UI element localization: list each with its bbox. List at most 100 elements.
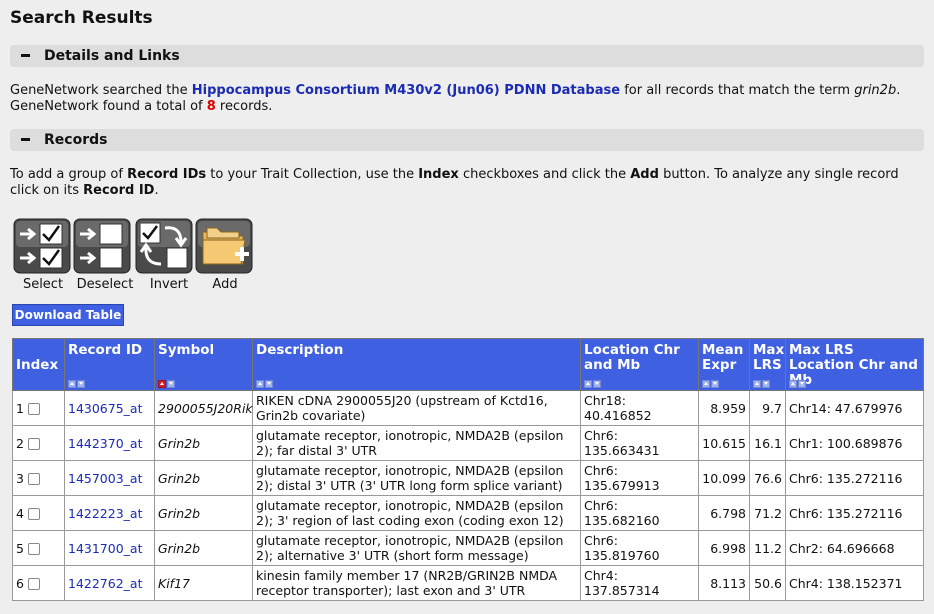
- max-lrs-location-cell: Chr6: 135.272116: [785, 460, 924, 496]
- download-table-button[interactable]: Download Table: [12, 304, 124, 326]
- row-index: 6: [16, 575, 24, 591]
- sort-descending-icon[interactable]: [711, 380, 719, 388]
- mean-expr-cell: 8.959: [698, 390, 750, 426]
- row-checkbox[interactable]: [27, 473, 40, 485]
- details-section-header[interactable]: Details and Links: [10, 45, 924, 67]
- sort-descending-icon[interactable]: [593, 380, 601, 388]
- records-instructions: To add a group of Record IDs to your Tra…: [10, 167, 922, 199]
- record-count: 8: [206, 99, 216, 114]
- index-cell: 3: [12, 460, 65, 496]
- add-button[interactable]: [195, 218, 253, 274]
- sort-ascending-icon[interactable]: [256, 380, 264, 388]
- instruction-text: checkboxes and click the: [458, 167, 631, 182]
- sort-descending-icon[interactable]: [265, 380, 273, 388]
- header-label: Record ID: [68, 342, 143, 358]
- table-row: 5 1431700_at Grin2b glutamate receptor, …: [12, 530, 924, 566]
- header-max-lrs[interactable]: Max LRS: [749, 338, 786, 391]
- summary-text: .: [896, 83, 901, 98]
- record-id-cell: 1422762_at: [64, 565, 155, 601]
- collapse-icon[interactable]: [21, 53, 30, 57]
- records-section-header[interactable]: Records: [10, 129, 924, 151]
- sort-controls: [584, 380, 601, 388]
- header-label: Max LRS: [753, 342, 785, 373]
- header-description[interactable]: Description: [252, 338, 581, 391]
- mean-expr-cell: 10.615: [698, 425, 750, 461]
- header-max-lrs-location[interactable]: Max LRS Location Chr and Mb: [785, 338, 924, 391]
- index-cell: 6: [12, 565, 65, 601]
- row-checkbox[interactable]: [27, 403, 40, 415]
- sort-controls: [702, 380, 719, 388]
- max-lrs-location-cell: Chr14: 47.679976: [785, 390, 924, 426]
- description-cell: glutamate receptor, ionotropic, NMDA2B (…: [252, 495, 581, 531]
- mean-expr-cell: 8.113: [698, 565, 750, 601]
- row-index: 4: [16, 505, 24, 521]
- index-cell: 1: [12, 390, 65, 426]
- index-cell: 2: [12, 425, 65, 461]
- table-row: 6 1422762_at Kif17 kinesin family member…: [12, 565, 924, 601]
- collapse-icon[interactable]: [21, 137, 30, 141]
- table-row: 1 1430675_at 2900055J20Rik RIKEN cDNA 29…: [12, 390, 924, 426]
- row-checkbox[interactable]: [27, 508, 40, 520]
- row-index: 3: [16, 470, 24, 486]
- header-record-id[interactable]: Record ID: [64, 338, 155, 391]
- symbol-cell: Grin2b: [154, 495, 253, 531]
- record-id-link[interactable]: 1422223_at: [68, 506, 142, 521]
- invert-button[interactable]: [135, 218, 193, 274]
- sort-ascending-icon[interactable]: [753, 380, 761, 388]
- instruction-bold: Add: [630, 167, 659, 182]
- max-lrs-location-cell: Chr1: 100.689876: [785, 425, 924, 461]
- header-location[interactable]: Location Chr and Mb: [580, 338, 699, 391]
- symbol-cell: Grin2b: [154, 530, 253, 566]
- record-id-link[interactable]: 1431700_at: [68, 541, 142, 556]
- header-symbol[interactable]: Symbol: [154, 338, 253, 391]
- symbol-cell: 2900055J20Rik: [154, 390, 253, 426]
- table-header-row: Index Record ID Symbol Description Locat…: [12, 338, 924, 391]
- location-cell: Chr6: 135.679913: [580, 460, 699, 496]
- found-text: GeneNetwork found a total of: [10, 99, 207, 114]
- row-checkbox[interactable]: [27, 438, 40, 450]
- record-id-link[interactable]: 1430675_at: [68, 401, 142, 416]
- add-label: Add: [212, 277, 238, 292]
- sort-ascending-icon[interactable]: [584, 380, 592, 388]
- sort-ascending-icon[interactable]: [702, 380, 710, 388]
- sort-descending-icon[interactable]: [77, 380, 85, 388]
- found-text: records.: [215, 99, 273, 114]
- header-label: Location Chr and Mb: [584, 342, 680, 373]
- max-lrs-cell: 16.1: [749, 425, 786, 461]
- record-id-link[interactable]: 1442370_at: [68, 436, 142, 451]
- row-checkbox[interactable]: [27, 578, 40, 590]
- select-label: Select: [22, 277, 64, 292]
- header-mean-expr[interactable]: Mean Expr: [698, 338, 750, 391]
- row-checkbox[interactable]: [27, 543, 40, 555]
- search-results-page: Search Results Details and Links GeneNet…: [0, 0, 934, 614]
- sort-descending-icon[interactable]: [762, 380, 770, 388]
- sort-descending-icon[interactable]: [798, 380, 806, 388]
- header-label: Max LRS Location Chr and Mb: [789, 342, 918, 388]
- sort-controls: [753, 380, 770, 388]
- summary-text: GeneNetwork searched the: [10, 83, 192, 98]
- max-lrs-cell: 76.6: [749, 460, 786, 496]
- description-cell: glutamate receptor, ionotropic, NMDA2B (…: [252, 425, 581, 461]
- table-row: 2 1442370_at Grin2b glutamate receptor, …: [12, 425, 924, 461]
- sort-ascending-icon[interactable]: [158, 380, 166, 388]
- record-id-link[interactable]: 1457003_at: [68, 471, 142, 486]
- description-cell: glutamate receptor, ionotropic, NMDA2B (…: [252, 530, 581, 566]
- description-cell: RIKEN cDNA 2900055J20 (upstream of Kctd1…: [252, 390, 581, 426]
- instruction-text: To add a group of: [10, 167, 128, 182]
- deselect-button[interactable]: [73, 218, 131, 274]
- header-label: Description: [256, 342, 344, 358]
- index-cell: 5: [12, 530, 65, 566]
- search-summary: GeneNetwork searched the Hippocampus Con…: [10, 83, 922, 115]
- deselect-label: Deselect: [76, 277, 134, 292]
- sort-ascending-icon[interactable]: [68, 380, 76, 388]
- sort-descending-icon[interactable]: [167, 380, 175, 388]
- select-all-icon: [13, 218, 71, 274]
- record-id-link[interactable]: 1422762_at: [68, 576, 142, 591]
- database-link[interactable]: Hippocampus Consortium M430v2 (Jun06) PD…: [192, 83, 620, 98]
- header-index[interactable]: Index: [12, 338, 65, 391]
- deselect-all-icon: [73, 218, 131, 274]
- max-lrs-cell: 11.2: [749, 530, 786, 566]
- select-button[interactable]: [13, 218, 71, 274]
- sort-ascending-icon[interactable]: [789, 380, 797, 388]
- add-to-collection-icon: [195, 218, 253, 274]
